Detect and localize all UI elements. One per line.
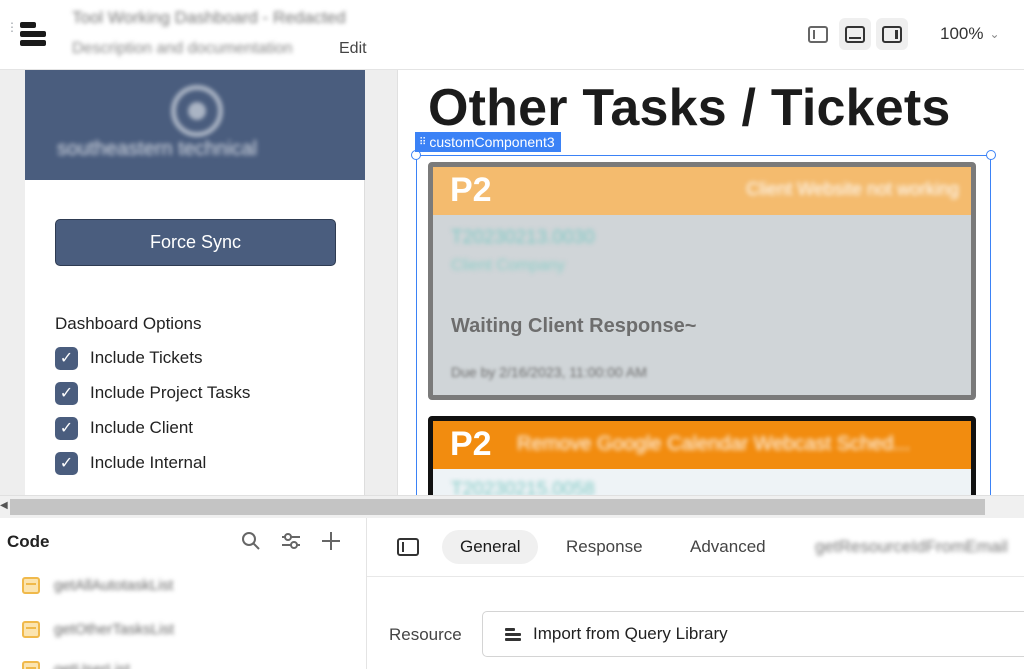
drag-grip-icon[interactable]: ⠿: [419, 137, 426, 148]
app-logo-icon[interactable]: [20, 20, 48, 48]
search-icon[interactable]: [240, 530, 262, 552]
inspector-tabs: General Response Advanced getResourceIdF…: [367, 518, 1024, 577]
option-include-client[interactable]: ✓ Include Client: [55, 416, 193, 440]
toggle-left-panel-button[interactable]: [802, 18, 834, 50]
ticket-id[interactable]: T20230215.0058: [451, 479, 595, 495]
main-content: Other Tasks / Tickets ⠿ customComponent3…: [397, 70, 1024, 495]
drag-handle-icon[interactable]: ⋮: [6, 21, 18, 33]
query-name: getOtherTasksList: [54, 620, 175, 638]
force-sync-button[interactable]: Force Sync: [55, 219, 336, 266]
app-title[interactable]: Tool Working Dashboard - Redacted: [72, 8, 346, 28]
toggle-bottom-panel-button[interactable]: [839, 18, 871, 50]
ticket-card[interactable]: P2 Client Website not working T20230213.…: [428, 162, 976, 400]
code-panel-toolbar: [240, 530, 342, 552]
query-icon: [22, 660, 40, 669]
query-name: getUserList: [54, 660, 130, 669]
priority-label: P2: [450, 425, 492, 463]
code-panel-title: Code: [7, 532, 50, 551]
ticket-subject: Remove Google Calendar Webcast Sched...: [517, 433, 911, 455]
checkbox-checked-icon[interactable]: ✓: [55, 451, 78, 475]
zoom-value: 100%: [940, 24, 984, 43]
ticket-id[interactable]: T20230213.0030: [451, 227, 595, 249]
bottom-panel-icon: [845, 25, 865, 43]
top-bar: ⋮ Tool Working Dashboard - Redacted Desc…: [0, 0, 1024, 70]
component-name-label[interactable]: ⠿ customComponent3: [415, 132, 561, 152]
query-icon: [22, 576, 40, 594]
option-label: Include Internal: [90, 453, 207, 472]
horizontal-scrollbar[interactable]: ◀: [0, 495, 1024, 518]
checkbox-checked-icon[interactable]: ✓: [55, 416, 78, 440]
resize-handle[interactable]: [986, 150, 996, 160]
filter-settings-icon[interactable]: [280, 530, 302, 552]
option-label: Include Tickets: [90, 348, 203, 367]
ticket-card[interactable]: P2 Remove Google Calendar Webcast Sched.…: [428, 416, 976, 495]
right-panel-icon: [882, 25, 902, 43]
tab-response[interactable]: Response: [548, 530, 661, 564]
zoom-select[interactable]: 100% ⌄: [940, 24, 1000, 44]
option-label: Include Project Tasks: [90, 383, 251, 402]
chevron-down-icon: ⌄: [989, 27, 1000, 41]
tab-advanced[interactable]: Advanced: [672, 530, 784, 564]
query-list-item[interactable]: getOtherTasksList: [22, 618, 174, 640]
query-icon: [22, 620, 40, 638]
query-name-title[interactable]: getResourceIdFromEmail: [797, 530, 1008, 564]
query-list-item[interactable]: getUserList: [22, 658, 130, 669]
app-canvas: southeastern technical Force Sync Dashbo…: [0, 70, 1024, 495]
query-inspector: General Response Advanced getResourceIdF…: [367, 518, 1024, 669]
priority-label: P2: [450, 171, 492, 209]
scrollbar-thumb[interactable]: [10, 499, 985, 515]
query-library-icon: [505, 628, 521, 641]
app-description: Description and documentation: [72, 40, 293, 57]
brand-name: southeastern technical: [57, 138, 258, 160]
tab-general[interactable]: General: [442, 530, 539, 564]
brand-banner: southeastern technical: [25, 70, 365, 180]
component-name: customComponent3: [429, 134, 555, 150]
query-name: getAllAutotaskList: [54, 576, 174, 594]
page-title[interactable]: Other Tasks / Tickets: [428, 78, 951, 138]
query-list-item[interactable]: getAllAutotaskList: [22, 574, 173, 596]
left-panel-icon: [808, 25, 828, 43]
brand-logo-icon: [171, 85, 223, 137]
ticket-card-header: P2 Client Website not working: [433, 167, 971, 215]
ticket-client: Client Company: [451, 257, 565, 274]
ticket-subject: Client Website not working: [746, 179, 959, 199]
resource-value: Import from Query Library: [533, 624, 728, 643]
sidebar-toggle-icon[interactable]: [397, 538, 419, 561]
dashboard-options-title: Dashboard Options: [55, 314, 202, 333]
scroll-left-icon[interactable]: ◀: [0, 500, 8, 511]
option-include-project-tasks[interactable]: ✓ Include Project Tasks: [55, 381, 250, 405]
code-panel: Code getAllAutotaskList getOtherTasksLis…: [0, 518, 367, 669]
option-label: Include Client: [90, 418, 194, 437]
add-icon[interactable]: [320, 530, 342, 552]
ticket-due-date: Due by 2/16/2023, 11:00:00 AM: [451, 364, 647, 380]
resource-select[interactable]: Import from Query Library: [482, 611, 1024, 657]
ticket-card-header: P2 Remove Google Calendar Webcast Sched.…: [433, 421, 971, 469]
dashboard-sidebar: southeastern technical Force Sync Dashbo…: [25, 70, 365, 495]
resource-label: Resource: [389, 625, 462, 644]
toggle-right-panel-button[interactable]: [876, 18, 908, 50]
edit-description-link[interactable]: Edit: [339, 40, 367, 58]
checkbox-checked-icon[interactable]: ✓: [55, 381, 78, 405]
option-include-tickets[interactable]: ✓ Include Tickets: [55, 346, 202, 370]
option-include-internal[interactable]: ✓ Include Internal: [55, 451, 206, 475]
ticket-status: Waiting Client Response~: [451, 315, 697, 337]
checkbox-checked-icon[interactable]: ✓: [55, 346, 78, 370]
